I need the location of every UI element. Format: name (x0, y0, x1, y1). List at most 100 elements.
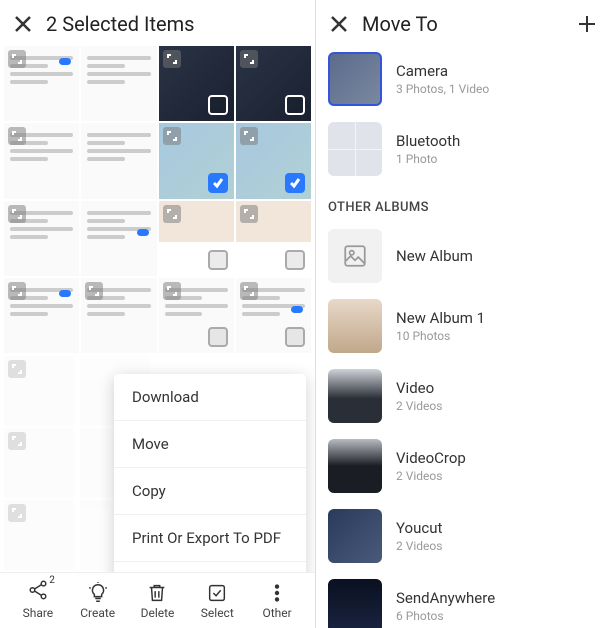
album-name: SendAnywhere (396, 589, 495, 607)
thumbnail[interactable] (159, 278, 234, 353)
album-meta: 2 Videos (396, 469, 466, 483)
thumbnail[interactable] (4, 46, 79, 121)
trash-icon (146, 582, 168, 604)
album-row[interactable]: Video2 Videos (328, 363, 598, 433)
expand-icon (8, 282, 26, 300)
album-meta: 10 Photos (396, 329, 485, 343)
album-name: Camera (396, 62, 489, 80)
create-button[interactable]: Create (75, 582, 121, 620)
share-badge: 2 (49, 575, 55, 586)
image-placeholder-icon (342, 243, 368, 269)
checkbox-empty-icon[interactable] (285, 250, 305, 270)
other-button[interactable]: Other (254, 582, 300, 620)
expand-icon (163, 127, 181, 145)
album-name: Video (396, 379, 442, 397)
album-row[interactable]: VideoCrop 2 Videos (328, 433, 598, 503)
select-icon (206, 582, 228, 604)
delete-label: Delete (141, 606, 175, 620)
album-text: Video2 Videos (396, 379, 442, 413)
plus-icon[interactable] (578, 15, 596, 33)
album-text: Youcut 2 Videos (396, 519, 442, 553)
album-name: VideoCrop (396, 449, 466, 467)
album-row[interactable]: Bluetooth 1 Photo (328, 116, 598, 186)
thumbnail[interactable] (159, 201, 234, 276)
album-thumb (328, 229, 382, 283)
share-icon (27, 579, 49, 601)
menu-copy[interactable]: Copy (114, 468, 306, 515)
checkbox-empty-icon[interactable] (208, 250, 228, 270)
album-meta: 6 Photos (396, 609, 495, 623)
album-name: Bluetooth (396, 132, 460, 150)
menu-detail[interactable]: Detail (114, 562, 306, 572)
thumbnail[interactable] (159, 46, 234, 121)
thumbnail-grid (0, 46, 315, 353)
album-row[interactable]: Camera 3 Photos, 1 Video (328, 46, 598, 116)
menu-download[interactable]: Download (114, 374, 306, 421)
checkbox-checked-icon[interactable] (285, 173, 305, 193)
expand-icon (8, 50, 26, 68)
album-text: SendAnywhere 6 Photos (396, 589, 495, 623)
album-thumb (328, 299, 382, 353)
album-text: New Album 1 10 Photos (396, 309, 485, 343)
thumbnail[interactable] (4, 278, 79, 353)
close-icon[interactable] (330, 15, 348, 33)
selection-pane: 2 Selected Items Download Move Copy Prin… (0, 0, 315, 628)
thumbnail[interactable] (236, 123, 311, 198)
album-text: Bluetooth 1 Photo (396, 132, 460, 166)
checkbox-empty-icon[interactable] (208, 327, 228, 347)
album-text: VideoCrop 2 Videos (396, 449, 466, 483)
album-thumb (328, 509, 382, 563)
thumbnail[interactable] (81, 46, 156, 121)
album-list[interactable]: Camera3 Photos, 1 VideoBluetooth1 Photo … (316, 46, 610, 628)
album-row[interactable]: SendAnywhere 6 Photos (328, 573, 598, 628)
album-row[interactable]: New Album 1 10 Photos (328, 293, 598, 363)
create-label: Create (80, 606, 115, 620)
menu-print-export-pdf[interactable]: Print Or Export To PDF (114, 515, 306, 562)
thumbnail[interactable] (159, 123, 234, 198)
checkbox-empty-icon[interactable] (208, 95, 228, 115)
share-label: Share (23, 606, 54, 620)
close-icon[interactable] (14, 15, 32, 33)
album-row[interactable]: New Album (328, 223, 598, 293)
expand-icon (240, 127, 258, 145)
expand-icon (240, 50, 258, 68)
more-vertical-icon (266, 582, 288, 604)
thumbnail[interactable] (4, 123, 79, 198)
album-meta: 1 Photo (396, 152, 460, 166)
section-other-albums: OTHER ALBUMS (328, 186, 598, 223)
album-name: New Album 1 (396, 309, 485, 327)
share-button[interactable]: 2 Share (15, 579, 61, 620)
expand-icon (163, 50, 181, 68)
thumbnail-grid-area: Download Move Copy Print Or Export To PD… (0, 46, 315, 572)
expand-icon (8, 205, 26, 223)
select-button[interactable]: Select (194, 582, 240, 620)
thumbnail[interactable] (236, 201, 311, 276)
context-menu: Download Move Copy Print Or Export To PD… (114, 374, 306, 572)
album-meta: 2 Videos (396, 539, 442, 553)
selection-title: 2 Selected Items (46, 12, 194, 36)
bottom-toolbar: 2 Share Create Delete Select Other (0, 572, 315, 628)
album-thumb (328, 439, 382, 493)
move-to-header: Move To (316, 0, 610, 46)
checkbox-empty-icon[interactable] (285, 95, 305, 115)
thumbnail[interactable] (81, 123, 156, 198)
checkbox-checked-icon[interactable] (208, 173, 228, 193)
album-name: New Album (396, 247, 473, 265)
album-thumb (328, 122, 382, 176)
selection-header: 2 Selected Items (0, 0, 315, 46)
thumbnail[interactable] (81, 201, 156, 276)
album-meta: 3 Photos, 1 Video (396, 82, 489, 96)
checkbox-empty-icon[interactable] (285, 327, 305, 347)
thumbnail[interactable] (236, 46, 311, 121)
expand-icon (240, 282, 258, 300)
thumbnail[interactable] (236, 278, 311, 353)
thumbnail[interactable] (81, 278, 156, 353)
lightbulb-icon (87, 582, 109, 604)
album-name: Youcut (396, 519, 442, 537)
album-row[interactable]: Youcut 2 Videos (328, 503, 598, 573)
delete-button[interactable]: Delete (134, 582, 180, 620)
thumbnail[interactable] (4, 201, 79, 276)
menu-move[interactable]: Move (114, 421, 306, 468)
album-text: Camera 3 Photos, 1 Video (396, 62, 489, 96)
move-to-pane: Move To Camera 3 Photos, 1 Video Bluetooth… (315, 0, 610, 628)
